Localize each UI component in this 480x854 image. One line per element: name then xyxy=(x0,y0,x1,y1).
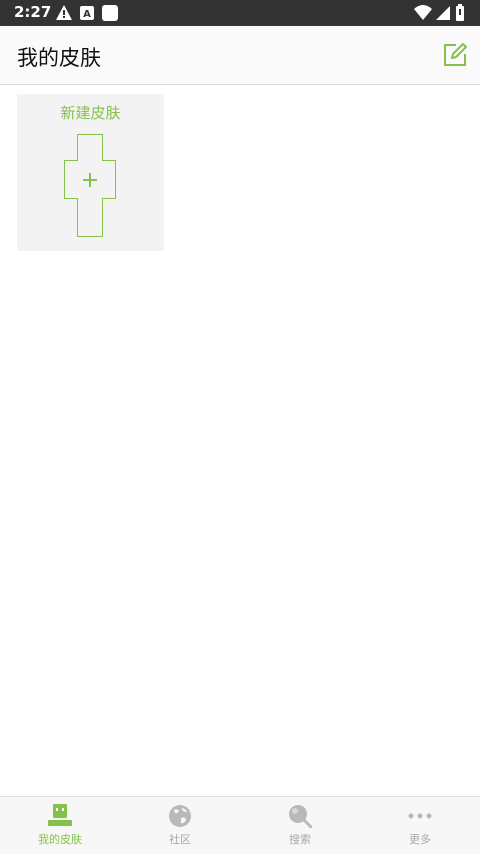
a-icon: A xyxy=(80,6,94,20)
nav-community[interactable]: 社区 xyxy=(120,797,240,854)
new-skin-card[interactable]: 新建皮肤 xyxy=(17,94,164,251)
search-icon xyxy=(289,805,312,828)
square-icon xyxy=(102,5,118,21)
nav-label-my-skins: 我的皮肤 xyxy=(38,833,82,846)
plus-icon xyxy=(83,173,97,187)
wifi-icon xyxy=(414,5,432,20)
battery-icon xyxy=(456,4,464,21)
status-time: 2:27 xyxy=(14,3,52,21)
robot-icon xyxy=(48,804,72,826)
edit-icon xyxy=(444,43,467,66)
status-left-icons: A xyxy=(56,4,126,22)
globe-icon xyxy=(169,805,191,827)
signal-icon xyxy=(436,6,450,20)
new-skin-label: 新建皮肤 xyxy=(60,104,121,122)
svg-text:A: A xyxy=(83,9,91,20)
page-title: 我的皮肤 xyxy=(17,46,101,70)
skin-outline-icon xyxy=(64,134,116,237)
nav-label-community: 社区 xyxy=(169,833,191,846)
more-icon xyxy=(408,813,432,819)
status-bar: 2:27 A xyxy=(0,0,480,26)
bottom-nav: 我的皮肤 社区 搜索 更多 xyxy=(0,796,480,854)
nav-more[interactable]: 更多 xyxy=(360,797,480,854)
warning-icon xyxy=(56,5,72,20)
status-right-icons xyxy=(414,4,466,22)
nav-search[interactable]: 搜索 xyxy=(240,797,360,854)
app-header: 我的皮肤 xyxy=(0,26,480,85)
nav-label-more: 更多 xyxy=(409,833,431,846)
nav-label-search: 搜索 xyxy=(289,833,311,846)
edit-button[interactable] xyxy=(442,42,468,68)
nav-my-skins[interactable]: 我的皮肤 xyxy=(0,797,120,854)
